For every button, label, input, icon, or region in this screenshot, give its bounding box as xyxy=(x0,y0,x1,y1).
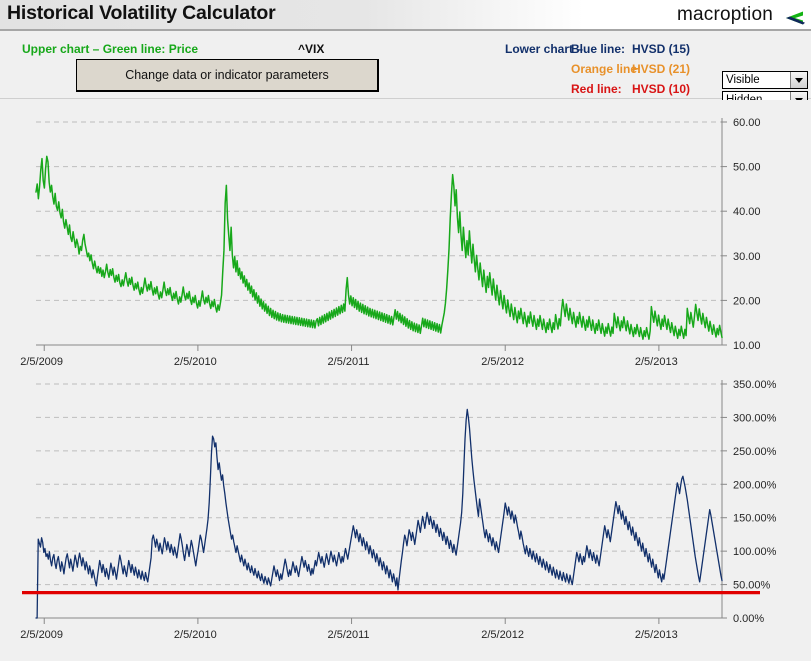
lower-hvsd-chart-plot: 0.00% 50.00% 100.00% 150.00% 200.00% 250.00% 3… xyxy=(20,379,777,641)
macroption-arrow-logo-icon xyxy=(786,11,805,25)
legend-orange-line-name: Orange line: xyxy=(571,62,642,76)
svg-text:250.00%: 250.00% xyxy=(733,446,777,458)
upper-chart-legend-label: Upper chart – Green line: Price xyxy=(22,42,199,56)
legend-red-line-name: Red line: xyxy=(571,82,622,96)
change-parameters-button[interactable]: Change data or indicator parameters xyxy=(76,59,379,92)
upper-price-chart-plot: 10.00 20.00 30.00 40.00 50.00 60.00 2/5/2009 2/… xyxy=(20,117,761,365)
blue-line-visibility-value: Visible xyxy=(726,74,760,86)
svg-text:100.00%: 100.00% xyxy=(733,546,777,558)
legend-red-line-value: HVSD (10) xyxy=(632,82,691,96)
svg-text:2/5/2013: 2/5/2013 xyxy=(635,629,678,641)
svg-text:2/5/2010: 2/5/2010 xyxy=(174,629,217,641)
svg-text:2/5/2013: 2/5/2013 xyxy=(635,356,678,365)
svg-text:40.00: 40.00 xyxy=(733,206,761,218)
upper-price-chart: 10.00 20.00 30.00 40.00 50.00 60.00 2/5/2009 2/… xyxy=(0,100,811,365)
svg-text:150.00%: 150.00% xyxy=(733,513,777,525)
legend-orange-line-value: HVSD (21) xyxy=(632,62,691,76)
svg-text:300.00%: 300.00% xyxy=(733,412,777,424)
title-bar: Historical Volatility Calculator macropt… xyxy=(0,0,811,31)
svg-text:2/5/2009: 2/5/2009 xyxy=(20,629,63,641)
svg-text:350.00%: 350.00% xyxy=(733,379,777,391)
page-title: Historical Volatility Calculator xyxy=(7,2,276,24)
upper-chart-symbol-label: ^VIX xyxy=(298,42,325,56)
chevron-down-icon[interactable] xyxy=(790,72,807,88)
legend-blue-line-value: HVSD (15) xyxy=(632,42,691,56)
legend-blue-line-name: Blue line: xyxy=(571,42,626,56)
brand-name: macroption xyxy=(677,4,773,25)
svg-text:2/5/2012: 2/5/2012 xyxy=(481,629,524,641)
svg-text:2/5/2009: 2/5/2009 xyxy=(20,356,63,365)
blue-line-visibility-select[interactable]: Visible xyxy=(722,71,808,89)
svg-text:2/5/2011: 2/5/2011 xyxy=(328,356,370,365)
svg-text:2/5/2010: 2/5/2010 xyxy=(174,356,217,365)
svg-text:50.00%: 50.00% xyxy=(733,580,771,592)
svg-text:20.00: 20.00 xyxy=(733,295,761,307)
svg-text:60.00: 60.00 xyxy=(733,117,761,129)
application-window: Historical Volatility Calculator macropt… xyxy=(0,0,811,661)
svg-text:10.00: 10.00 xyxy=(733,340,761,352)
svg-text:2/5/2012: 2/5/2012 xyxy=(481,356,524,365)
svg-text:2/5/2011: 2/5/2011 xyxy=(328,629,370,641)
svg-text:50.00: 50.00 xyxy=(733,162,761,174)
svg-text:30.00: 30.00 xyxy=(733,251,761,263)
svg-text:200.00%: 200.00% xyxy=(733,479,777,491)
lower-hvsd-chart: 0.00% 50.00% 100.00% 150.00% 200.00% 250.00% 3… xyxy=(0,368,811,661)
toolbar-legend-band: Upper chart – Green line: Price ^VIX Low… xyxy=(0,33,811,129)
svg-text:0.00%: 0.00% xyxy=(733,613,764,625)
